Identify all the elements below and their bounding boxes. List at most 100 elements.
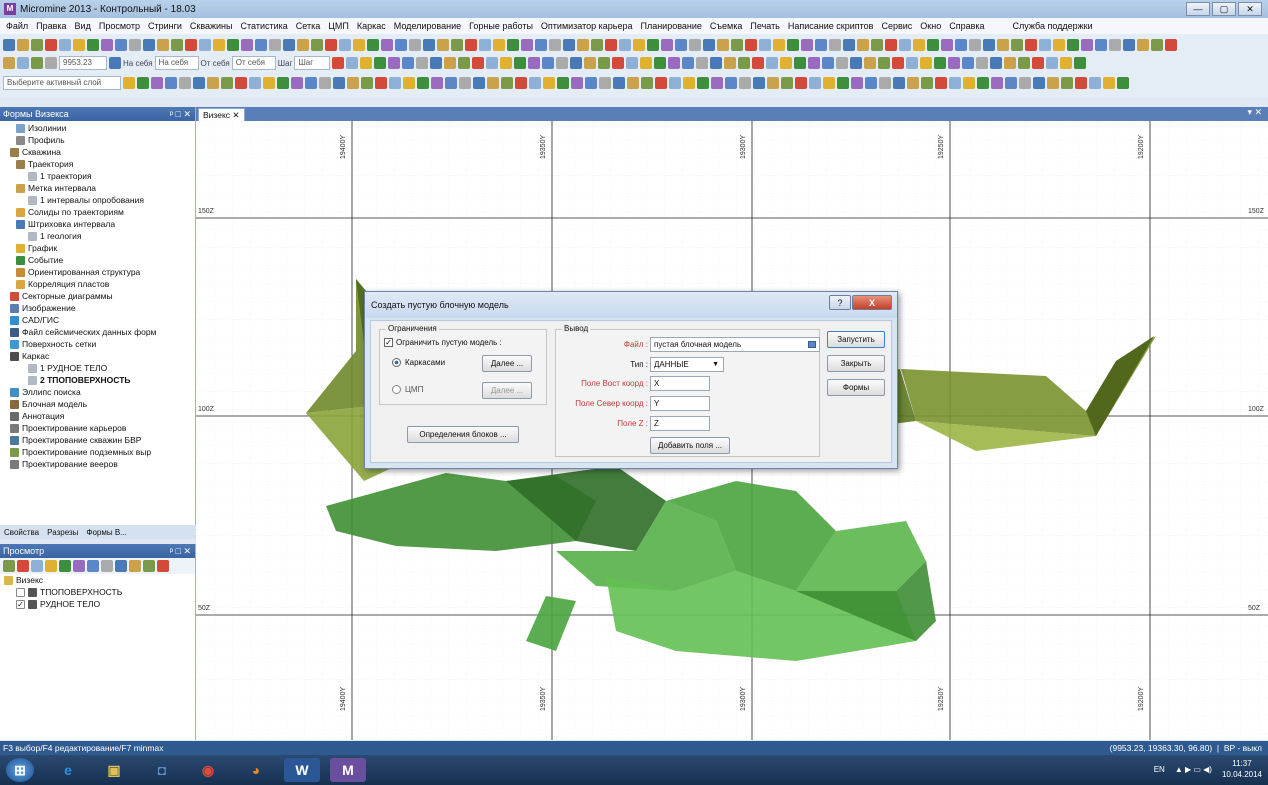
- tool-icon[interactable]: [599, 77, 611, 89]
- tool-icon[interactable]: [389, 77, 401, 89]
- menu-item[interactable]: Сервис: [881, 21, 912, 31]
- radio-dtm[interactable]: ЦМП: [392, 385, 423, 394]
- tool-icon[interactable]: [479, 39, 491, 51]
- tool-icon[interactable]: [1095, 39, 1107, 51]
- tool-icon[interactable]: [465, 39, 477, 51]
- tree-item[interactable]: 1 траектория: [0, 170, 195, 182]
- tool-icon[interactable]: [17, 57, 29, 69]
- tree-item[interactable]: Блочная модель: [0, 398, 195, 410]
- layer-item[interactable]: ✓ РУДНОЕ ТЕЛО: [0, 598, 195, 610]
- tool-icon[interactable]: [332, 57, 345, 69]
- pin-icon[interactable]: ᵖ □ ✕: [170, 107, 191, 121]
- tool-icon[interactable]: [585, 77, 597, 89]
- tool-icon[interactable]: [893, 77, 905, 89]
- tool-icon[interactable]: [437, 39, 449, 51]
- more-wireframes-button[interactable]: Далее ...: [482, 355, 532, 372]
- tool-icon[interactable]: [123, 77, 135, 89]
- help-button[interactable]: ?: [829, 295, 851, 310]
- tool-icon[interactable]: [795, 77, 807, 89]
- tool-icon[interactable]: [948, 57, 961, 69]
- tree-item[interactable]: Событие: [0, 254, 195, 266]
- tool-icon[interactable]: [311, 39, 323, 51]
- menu-item[interactable]: Печать: [750, 21, 779, 31]
- tool-icon[interactable]: [305, 77, 317, 89]
- menu-item[interactable]: Скважины: [190, 21, 233, 31]
- tree-item[interactable]: 1 геология: [0, 230, 195, 242]
- tool-icon[interactable]: [199, 39, 211, 51]
- tool-icon[interactable]: [101, 560, 113, 572]
- direction-icon[interactable]: [109, 57, 121, 69]
- tool-icon[interactable]: [529, 77, 541, 89]
- tool-icon[interactable]: [633, 39, 645, 51]
- tool-icon[interactable]: [241, 39, 253, 51]
- tool-icon[interactable]: [556, 57, 569, 69]
- menu-item[interactable]: Файл: [6, 21, 28, 31]
- left-tab[interactable]: Разрезы: [47, 528, 78, 537]
- tool-icon[interactable]: [990, 57, 1003, 69]
- tab-vizex[interactable]: Визекс ✕: [198, 108, 245, 121]
- tool-icon[interactable]: [1061, 77, 1073, 89]
- tool-icon[interactable]: [934, 57, 947, 69]
- tree-item[interactable]: CAD/ГИС: [0, 314, 195, 326]
- tool-icon[interactable]: [1137, 39, 1149, 51]
- tool-icon[interactable]: [851, 77, 863, 89]
- tool-icon[interactable]: [991, 77, 1003, 89]
- tool-icon[interactable]: [3, 57, 15, 69]
- tool-icon[interactable]: [570, 57, 583, 69]
- tool-icon[interactable]: [1074, 57, 1087, 69]
- menu-item[interactable]: Горные работы: [469, 21, 533, 31]
- tool-icon[interactable]: [864, 57, 877, 69]
- tab-close-icon[interactable]: ▾ ✕: [1247, 107, 1262, 118]
- tool-icon[interactable]: [31, 560, 43, 572]
- tool-icon[interactable]: [1053, 39, 1065, 51]
- tool-icon[interactable]: [794, 57, 807, 69]
- media-player-icon[interactable]: ◘: [144, 758, 180, 782]
- tree-item[interactable]: Аннотация: [0, 410, 195, 422]
- menu-item[interactable]: Моделирование: [394, 21, 461, 31]
- tool-icon[interactable]: [962, 57, 975, 69]
- tool-icon[interactable]: [493, 39, 505, 51]
- tool-icon[interactable]: [1060, 57, 1073, 69]
- tool-icon[interactable]: [1011, 39, 1023, 51]
- tool-icon[interactable]: [809, 77, 821, 89]
- tool-icon[interactable]: [697, 77, 709, 89]
- tool-icon[interactable]: [277, 77, 289, 89]
- menu-item[interactable]: Стринги: [148, 21, 182, 31]
- tool-icon[interactable]: [598, 57, 611, 69]
- file-input[interactable]: пустая блочная модель: [650, 337, 820, 352]
- tool-icon[interactable]: [143, 39, 155, 51]
- explorer-icon[interactable]: ▣: [96, 758, 132, 782]
- tool-icon[interactable]: [339, 39, 351, 51]
- add-fields-button[interactable]: Добавить поля ...: [650, 437, 730, 454]
- tool-icon[interactable]: [45, 39, 57, 51]
- tool-icon[interactable]: [165, 77, 177, 89]
- tool-icon[interactable]: [753, 77, 765, 89]
- tool-icon[interactable]: [388, 57, 401, 69]
- tool-icon[interactable]: [430, 57, 443, 69]
- tool-icon[interactable]: [605, 39, 617, 51]
- menu-item[interactable]: Справка: [949, 21, 984, 31]
- micromine-icon[interactable]: M: [330, 758, 366, 782]
- tool-icon[interactable]: [892, 57, 905, 69]
- tree-item[interactable]: Проектирование карьеров: [0, 422, 195, 434]
- tool-icon[interactable]: [963, 77, 975, 89]
- coord-input[interactable]: 9953.23: [59, 56, 107, 70]
- tool-icon[interactable]: [31, 57, 43, 69]
- tool-icon[interactable]: [683, 77, 695, 89]
- tool-icon[interactable]: [17, 39, 29, 51]
- tool-icon[interactable]: [521, 39, 533, 51]
- tool-icon[interactable]: [59, 39, 71, 51]
- east-field-input[interactable]: X: [650, 376, 710, 391]
- tool-icon[interactable]: [1067, 39, 1079, 51]
- tool-icon[interactable]: [584, 57, 597, 69]
- tool-icon[interactable]: [347, 77, 359, 89]
- tool-icon[interactable]: [157, 39, 169, 51]
- tool-icon[interactable]: [857, 39, 869, 51]
- tool-icon[interactable]: [143, 560, 155, 572]
- tool-icon[interactable]: [920, 57, 933, 69]
- tree-item[interactable]: Профиль: [0, 134, 195, 146]
- tool-icon[interactable]: [1117, 77, 1129, 89]
- tool-icon[interactable]: [487, 77, 499, 89]
- tree-item[interactable]: Каркас: [0, 350, 195, 362]
- tool-icon[interactable]: [640, 57, 653, 69]
